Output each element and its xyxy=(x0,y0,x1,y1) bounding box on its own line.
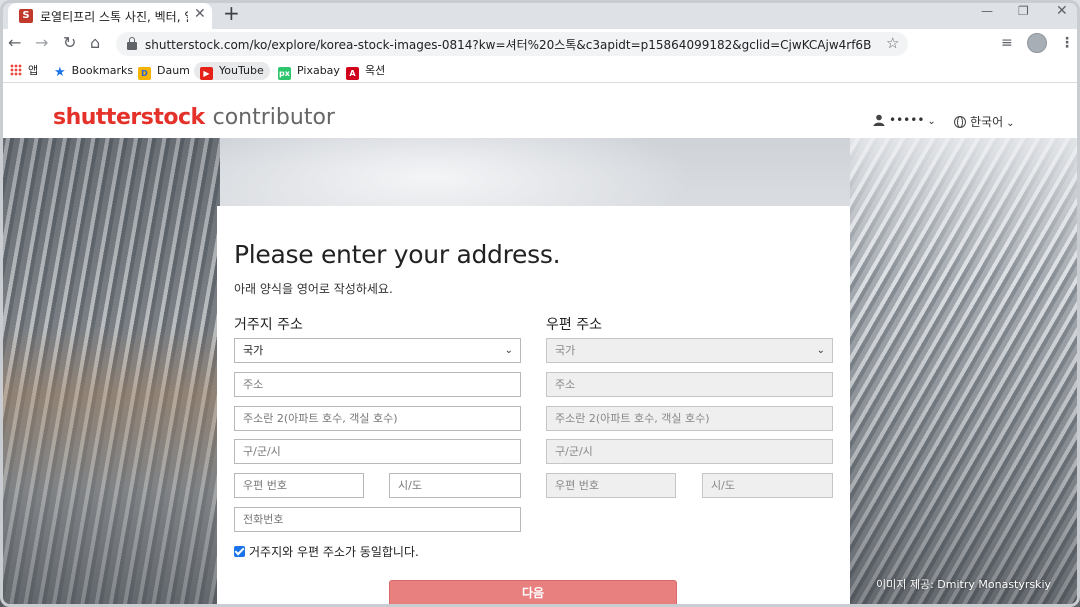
snowy-trees-image xyxy=(0,138,220,607)
background-photo: 이미지 제공: Dmitry Monastyrskiy Please enter… xyxy=(0,138,1080,607)
mailing-country-select[interactable]: 국가 ⌄ xyxy=(546,338,833,363)
mailing-state-input[interactable]: 시/도 xyxy=(702,473,833,498)
mailing-zip-input[interactable]: 우편 번호 xyxy=(546,473,676,498)
bookmark-daum[interactable]: D Daum xyxy=(138,62,190,80)
language-menu[interactable]: 한국어 ⌄ xyxy=(954,113,1015,130)
bookmark-apps[interactable]: 앱 xyxy=(10,62,38,80)
form-title: Please enter your address. xyxy=(234,240,561,269)
residential-country-select[interactable]: 국가 ⌄ xyxy=(234,338,521,363)
globe-icon xyxy=(954,116,966,128)
bookmark-bookmarks[interactable]: ★ Bookmarks xyxy=(54,62,133,80)
bookmark-star-icon[interactable]: ☆ xyxy=(886,34,899,52)
apps-icon xyxy=(10,64,22,76)
bookmarks-bar: 앱 ★ Bookmarks D Daum ▶ YouTube px Pixabay A옥… xyxy=(0,59,1080,83)
star-icon: ★ xyxy=(54,65,66,80)
bookmark-pixabay[interactable]: px Pixabay xyxy=(278,62,340,80)
new-tab-button[interactable]: + xyxy=(223,2,240,24)
mailing-address-heading: 우편 주소 xyxy=(546,317,602,333)
language-label: 한국어 xyxy=(970,115,1004,129)
pixabay-icon: px xyxy=(278,67,291,80)
browser-toolbar: ← → ↻ ⌂ shutterstock.com/ko/explore/kore… xyxy=(0,29,1080,59)
home-icon[interactable]: ⌂ xyxy=(90,34,100,52)
account-menu[interactable]: ••••• ⌄ xyxy=(873,113,936,127)
residential-address1-input[interactable]: 주소 xyxy=(234,372,521,397)
chevron-down-icon: ⌄ xyxy=(816,345,825,356)
bookmark-auction[interactable]: A 옥션 xyxy=(346,62,385,80)
mailing-address1-input[interactable]: 주소 xyxy=(546,372,833,397)
address-form-card: Please enter your address. 아래 양식을 영어로 작성… xyxy=(217,206,850,607)
address-bar[interactable]: shutterstock.com/ko/explore/korea-stock-… xyxy=(116,32,908,56)
auction-icon: A xyxy=(346,67,359,80)
shutterstock-contributor-logo[interactable]: shutterstock contributor xyxy=(53,104,335,132)
account-name: ••••• xyxy=(889,113,925,127)
tab-title: 로열티프리 스톡 사진, 벡터, 일러스트 xyxy=(40,10,188,24)
residential-address-heading: 거주지 주소 xyxy=(234,317,303,333)
close-tab-icon[interactable]: ✕ xyxy=(194,6,206,22)
residential-state-input[interactable]: 시/도 xyxy=(389,473,521,498)
mailing-address2-input[interactable]: 주소란 2(아파트 호수, 객실 호수) xyxy=(546,406,833,431)
back-arrow-icon[interactable]: ← xyxy=(8,34,21,52)
bookmark-youtube[interactable]: ▶ YouTube xyxy=(194,62,270,80)
same-address-option[interactable]: 거주지와 우편 주소가 동일합니다. xyxy=(234,543,419,560)
menu-kebab-icon[interactable]: ⋮ xyxy=(1060,35,1074,51)
minimize-icon[interactable]: — xyxy=(981,4,993,18)
image-credit: 이미지 제공: Dmitry Monastyrskiy xyxy=(876,578,1052,591)
shutterstock-icon: S xyxy=(19,9,33,23)
residential-zip-input[interactable]: 우편 번호 xyxy=(234,473,364,498)
browser-tab[interactable]: S 로열티프리 스톡 사진, 벡터, 일러스트 ✕ xyxy=(8,3,212,29)
url-text[interactable]: shutterstock.com/ko/explore/korea-stock-… xyxy=(145,36,871,53)
maximize-icon[interactable]: ❐ xyxy=(1018,4,1029,18)
media-control-icon[interactable]: ≡ xyxy=(1001,35,1013,51)
daum-icon: D xyxy=(138,67,151,80)
chevron-down-icon: ⌄ xyxy=(504,345,513,356)
lock-icon[interactable] xyxy=(127,37,137,50)
window-close-icon[interactable]: ✕ xyxy=(1056,3,1068,19)
reload-icon[interactable]: ↻ xyxy=(63,34,76,52)
same-address-label: 거주지와 우편 주소가 동일합니다. xyxy=(249,545,419,559)
mailing-city-input[interactable]: 구/군/시 xyxy=(546,439,833,464)
user-icon xyxy=(873,114,885,126)
residential-city-input[interactable]: 구/군/시 xyxy=(234,439,521,464)
residential-address2-input[interactable]: 주소란 2(아파트 호수, 객실 호수) xyxy=(234,406,521,431)
chevron-down-icon: ⌄ xyxy=(1006,118,1015,129)
forward-arrow-icon[interactable]: → xyxy=(35,34,48,52)
site-header: shutterstock contributor ••••• ⌄ 한국어 ⌄ xyxy=(0,84,1080,138)
youtube-icon: ▶ xyxy=(200,67,213,80)
phone-input[interactable]: 전화번호 xyxy=(234,507,521,532)
next-button[interactable]: 다음 xyxy=(389,580,677,607)
snowy-mountain-image xyxy=(850,138,1080,607)
chevron-down-icon: ⌄ xyxy=(927,116,936,127)
profile-avatar[interactable] xyxy=(1027,33,1047,53)
tab-strip: S 로열티프리 스톡 사진, 벡터, 일러스트 ✕ + — ❐ ✕ xyxy=(0,0,1080,29)
form-subtitle: 아래 양식을 영어로 작성하세요. xyxy=(234,282,393,296)
web-page: shutterstock contributor ••••• ⌄ 한국어 ⌄ 이미지 … xyxy=(0,84,1080,607)
same-address-checkbox[interactable] xyxy=(234,546,245,557)
